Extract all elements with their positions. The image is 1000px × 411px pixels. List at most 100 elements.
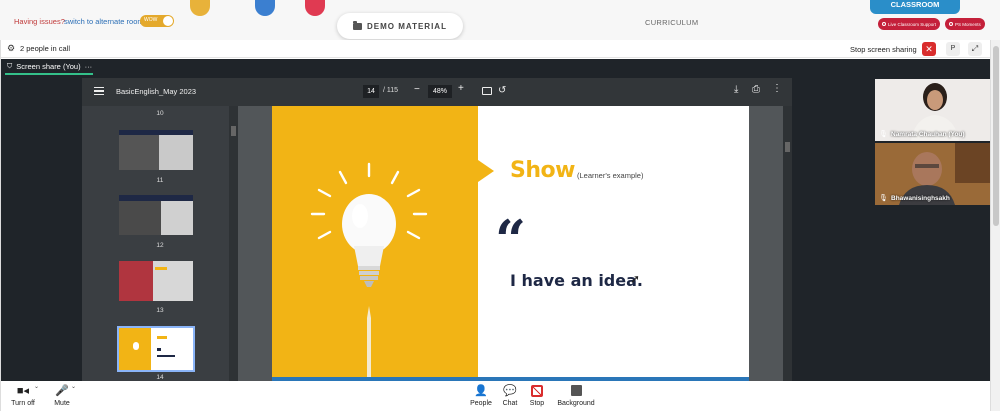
thumbnail-text [157, 355, 175, 357]
toggle-label: WOW [144, 17, 158, 23]
participant-tile[interactable]: 🎙 Namrata Chauhan (You) [875, 79, 991, 141]
print-icon[interactable]: ⎙ [752, 84, 760, 95]
mute-button[interactable]: 🎤 Mute [51, 385, 73, 407]
ray-line [406, 230, 421, 240]
demo-material-button[interactable]: DEMO MATERIAL [337, 13, 463, 39]
screen-share-tab[interactable]: ⛉ Screen share (You) ··· [7, 62, 92, 71]
video-call-frame: ⚙ 2 people in call Stop screen sharing ✕… [0, 40, 991, 411]
moments-icon [949, 22, 953, 26]
pdf-scrollbar[interactable] [783, 106, 792, 381]
participant-name: Bhawanisinghsakh [891, 195, 950, 202]
bulb-tip [364, 281, 374, 287]
bulb-glass [342, 194, 396, 254]
page-total: / 115 [383, 87, 399, 94]
call-controls-bar: ■◂ Turn off ⌄ 🎤 Mute ⌄ 👤 People 💬 Chat S… [1, 381, 991, 411]
having-issues-text: Having issues? [14, 17, 65, 26]
wow-toggle[interactable]: WOW [140, 15, 174, 27]
ray-line [390, 170, 400, 185]
page-number-input[interactable]: 14 [363, 85, 379, 98]
switch-room-link[interactable]: switch to alternate room [64, 17, 144, 26]
more-options-icon[interactable]: ··· [85, 62, 93, 71]
bulb-base [359, 271, 379, 275]
thumbnail-page-13[interactable] [119, 261, 193, 301]
bulb-neck [354, 246, 384, 266]
scroll-thumb[interactable] [993, 46, 999, 226]
quote-text: I have an idea. [510, 271, 643, 290]
bulb-base [358, 266, 380, 270]
thumbnail-photo [119, 130, 159, 170]
chevron-down-icon[interactable]: ⌄ [71, 383, 76, 390]
ps-moments-label: PS Moments [955, 21, 981, 27]
scroll-thumb[interactable] [231, 126, 236, 136]
download-icon[interactable]: ⤓ [734, 84, 738, 95]
zoom-in-icon[interactable]: + [458, 83, 464, 94]
fullscreen-button[interactable]: ⤢ [968, 42, 982, 56]
fit-page-icon[interactable] [482, 87, 492, 95]
thumbnail-page-number: 11 [156, 177, 164, 184]
decorative-arc [305, 0, 325, 16]
menu-icon[interactable] [94, 87, 104, 95]
mute-label: Mute [54, 400, 70, 407]
turn-off-camera-button[interactable]: ■◂ Turn off [9, 385, 37, 407]
thumbnail-scrollbar[interactable] [229, 106, 238, 381]
stop-label: Stop [529, 400, 545, 407]
chevron-down-icon[interactable]: ⌄ [34, 383, 39, 390]
ray-line [317, 188, 332, 198]
page-scrollbar[interactable] [990, 40, 1000, 411]
pin-button[interactable]: P [946, 42, 960, 56]
ps-moments-button[interactable]: PS Moments [945, 18, 985, 30]
thumbnail-page-11[interactable] [119, 130, 193, 170]
gear-icon[interactable]: ⚙ [7, 44, 15, 53]
door-frame [955, 143, 991, 183]
background-icon [554, 385, 598, 399]
thumbnail-text-panel [159, 130, 193, 170]
thumbnail-photo [119, 261, 153, 301]
thumbnail-sidebar: 10 11 12 13 14 [82, 106, 238, 381]
call-info-bar: ⚙ 2 people in call Stop screen sharing ✕… [1, 40, 991, 58]
zoom-out-icon[interactable]: − [414, 84, 420, 95]
classroom-tab[interactable]: CLASSROOM [870, 0, 960, 14]
decorative-arc [255, 0, 275, 16]
show-subheading: (Learner's example) [577, 171, 644, 180]
lightbulb-icon [310, 162, 428, 377]
people-label: People [470, 400, 492, 407]
pdf-viewer: BasicEnglish_May 2023 14 / 115 − 48% + ↺… [82, 78, 792, 381]
participant-tile[interactable]: 🎙 Bhawanisinghsakh [875, 143, 991, 205]
thumbnail-header [119, 130, 193, 135]
mic-icon: 🎤 [55, 385, 69, 397]
face [912, 152, 942, 186]
participant-name: Namrata Chauhan (You) [891, 131, 965, 138]
live-support-label: Live Classroom Support [888, 21, 937, 27]
thumbnail-page-12[interactable] [119, 195, 193, 235]
background-button[interactable]: Background [554, 385, 598, 407]
arrow-notch [478, 160, 494, 182]
people-button[interactable]: 👤 People [468, 385, 494, 407]
rotate-icon[interactable]: ↺ [498, 85, 506, 96]
mouse-cursor-icon: ➚ [630, 272, 641, 286]
background-label: Background [557, 400, 595, 407]
toggle-knob [163, 16, 173, 26]
thumbnail-page-14-selected[interactable] [117, 326, 195, 372]
glasses [915, 164, 939, 168]
demo-material-label: DEMO MATERIAL [367, 21, 447, 31]
chat-icon: 💬 [503, 385, 517, 397]
support-icon [882, 22, 886, 26]
curriculum-tab[interactable]: CURRICULUM [645, 18, 698, 27]
chat-button[interactable]: 💬 Chat [500, 385, 520, 407]
scroll-thumb[interactable] [785, 142, 790, 152]
live-support-button[interactable]: Live Classroom Support [878, 18, 941, 30]
thumbnail-heading [155, 267, 167, 270]
chat-label: Chat [502, 400, 518, 407]
more-vert-icon[interactable]: ⋮ [772, 83, 782, 94]
pdf-toolbar: BasicEnglish_May 2023 14 / 115 − 48% + ↺… [82, 78, 792, 106]
zoom-input[interactable]: 48% [428, 85, 452, 98]
quote-icon: “ [495, 208, 527, 272]
active-tab-indicator [5, 73, 93, 75]
document-title: BasicEnglish_May 2023 [116, 87, 197, 96]
stop-share-button[interactable]: Stop [527, 385, 547, 407]
stop-sharing-button[interactable]: ✕ [922, 42, 936, 56]
ray-line [406, 188, 421, 198]
thumbnail-bulb [133, 342, 139, 350]
thumbnail-page-number: 12 [156, 242, 164, 249]
thumbnail-quote [157, 348, 161, 351]
